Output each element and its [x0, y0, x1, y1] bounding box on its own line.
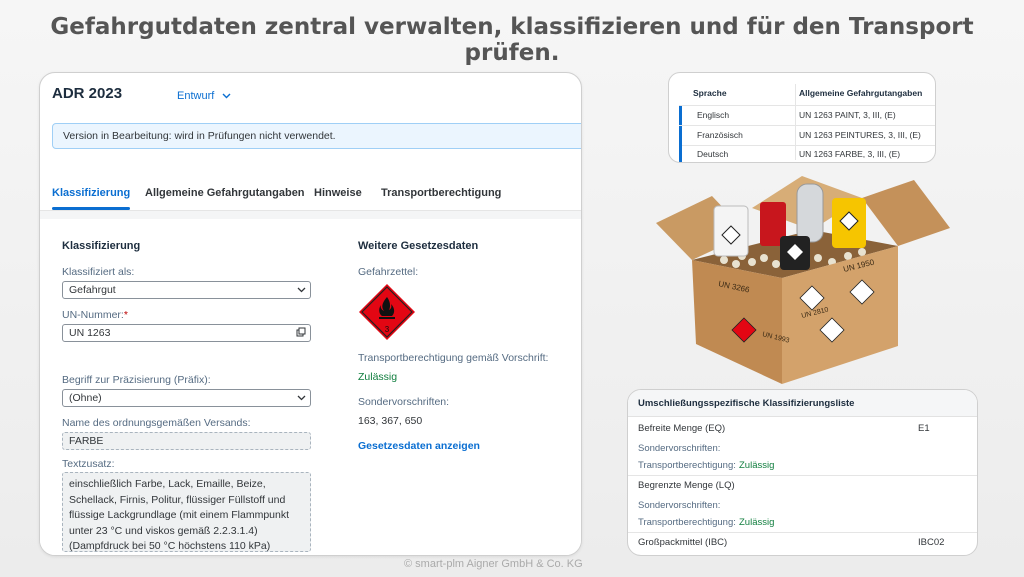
classification-section-title: Klassifizierung [62, 240, 141, 252]
eq-label: Befreite Menge (EQ) [638, 423, 726, 434]
un-number-label: UN-Nummer:* [62, 309, 128, 321]
eq-special-label: Sondervorschriften: [638, 443, 721, 454]
row-text: UN 1263 PEINTURES, 3, III, (E) [799, 130, 921, 140]
language-table-card: Sprache Allgemeine Gefahrgutangaben Engl… [668, 72, 936, 163]
classification-form: Klassifizierung Klassifiziert als: Gefah… [40, 219, 581, 555]
object-page-card: ADR 2023 Entwurf Version in Bearbeitung:… [39, 72, 582, 556]
row-language: Deutsch [697, 149, 729, 159]
col-header-general: Allgemeine Gefahrgutangaben [799, 88, 923, 98]
row-text: UN 1263 PAINT, 3, III, (E) [799, 110, 896, 120]
special-provisions-label: Sondervorschriften: [358, 396, 450, 408]
text-line: Schellack, Firnis, Politur, flüssiger Fü… [69, 493, 286, 506]
chevron-down-icon [222, 90, 231, 102]
card-title: Umschließungsspezifische Klassifizierung… [628, 390, 977, 417]
row-highlight [679, 126, 682, 145]
chevron-down-icon [297, 282, 306, 304]
ibc-value: IBC02 [918, 537, 945, 548]
lq-label: Begrenzte Menge (LQ) [638, 480, 735, 491]
prefix-value: (Ohne) [69, 392, 102, 404]
row-language: Französisch [697, 130, 743, 140]
row-highlight [679, 145, 682, 162]
flammable-liquid-hazard-icon: 3 [358, 283, 416, 341]
hazard-label-label: Gefahrzettel: [358, 266, 419, 278]
text-supplement-label: Textzusatz: [62, 458, 115, 470]
text-supplement-field: einschließlich Farbe, Lack, Emaille, Bei… [62, 472, 311, 552]
further-data-section-title: Weitere Gesetzesdaten [358, 240, 479, 252]
packaging-classification-card: Umschließungsspezifische Klassifizierung… [627, 389, 978, 556]
text-line: (Dampfdruck bei 50 °C höchstens 110 kPa) [69, 540, 271, 552]
page-headline: Gefahrgutdaten zentral verwalten, klassi… [50, 14, 974, 66]
message-strip: Version in Bearbeitung: wird in Prüfunge… [52, 123, 581, 149]
copyright-footer: © smart-plm Aigner GmbH & Co. KG [404, 558, 583, 570]
dangerous-goods-box-illustration: UN 3266 UN 1950 UN 1993 UN 2810 [652, 168, 956, 386]
value-help-icon[interactable] [296, 325, 306, 347]
transport-permission-label: Transportberechtigung gemäß Vorschrift: [358, 352, 549, 364]
un-number-input[interactable]: UN 1263 [62, 324, 311, 342]
lq-special-label: Sondervorschriften: [638, 500, 721, 511]
transport-permission-value: Zulässig [358, 371, 398, 383]
eq-permission-value: Zulässig [739, 460, 775, 471]
hazard-class-number: 3 [385, 325, 390, 334]
row-divider [628, 532, 977, 533]
text-line: flüssige Lackgrundlage (mit einem Flammp… [69, 509, 290, 521]
tab-allgemeine-gefahrgutangaben[interactable]: Allgemeine Gefahrgutangaben [145, 187, 305, 199]
ibc-label: Großpackmittel (IBC) [638, 537, 728, 548]
lq-permission-label: Transportberechtigung: [638, 517, 736, 528]
shipping-name-label: Name des ordnungsgemäßen Versands: [62, 417, 251, 429]
row-highlight [679, 106, 682, 125]
classified-as-select[interactable]: Gefahrgut [62, 281, 311, 299]
required-asterisk: * [123, 309, 128, 321]
row-divider [628, 475, 977, 476]
object-title: ADR 2023 [52, 85, 123, 102]
row-language: Englisch [697, 110, 730, 120]
row-text: UN 1263 FARBE, 3, III, (E) [799, 149, 901, 159]
version-status-label: Entwurf [177, 90, 215, 102]
text-line: unter 23 °C und viskos gemäß 2.2.3.1.4) [69, 524, 258, 537]
shipping-name-field: FARBE [62, 432, 311, 450]
show-legal-data-link[interactable]: Gesetzesdaten anzeigen [358, 440, 480, 452]
un-number-value: UN 1263 [69, 327, 111, 339]
eq-permission-label: Transportberechtigung: [638, 460, 736, 471]
lq-permission-value: Zulässig [739, 517, 775, 528]
tab-klassifizierung[interactable]: Klassifizierung [52, 187, 131, 210]
tab-transportberechtigung[interactable]: Transportberechtigung [381, 187, 501, 199]
special-provisions-value: 163, 367, 650 [358, 415, 423, 427]
table-row[interactable]: Englisch UN 1263 PAINT, 3, III, (E) [679, 106, 935, 125]
table-row[interactable]: Deutsch UN 1263 FARBE, 3, III, (E) [679, 145, 935, 162]
version-status-dropdown[interactable]: Entwurf [177, 90, 231, 102]
text-line: einschließlich Farbe, Lack, Emaille, Bei… [69, 478, 266, 490]
column-divider [795, 84, 796, 160]
prefix-select[interactable]: (Ohne) [62, 389, 311, 407]
chevron-down-icon [297, 390, 306, 412]
tab-hinweise[interactable]: Hinweise [314, 187, 362, 199]
tab-content-area: Klassifizierung Klassifiziert als: Gefah… [40, 210, 581, 555]
eq-value: E1 [918, 423, 930, 434]
table-row[interactable]: Französisch UN 1263 PEINTURES, 3, III, (… [679, 126, 935, 145]
classified-as-label: Klassifiziert als: [62, 266, 135, 278]
classified-as-value: Gefahrgut [69, 284, 116, 296]
col-header-language: Sprache [693, 88, 727, 98]
prefix-label: Begriff zur Präzisierung (Präfix): [62, 374, 211, 386]
